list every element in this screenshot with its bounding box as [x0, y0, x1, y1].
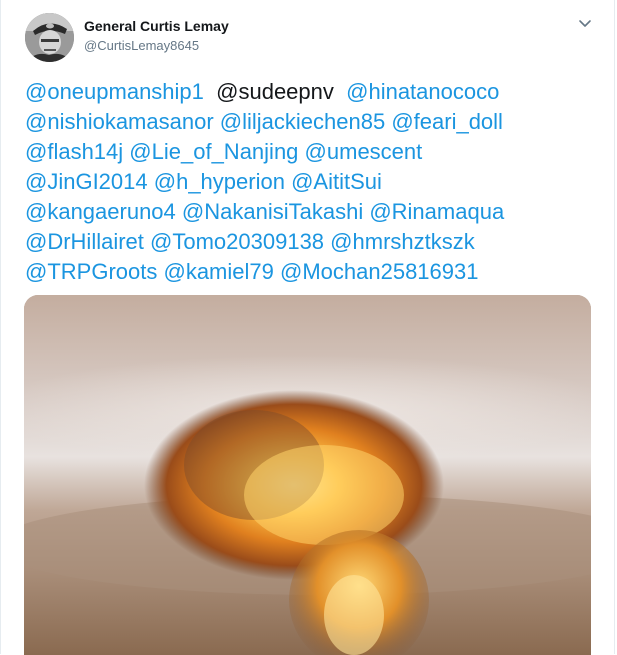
mention-link[interactable]: @JinGI2014	[25, 169, 148, 194]
tweet-text-line: @DrHillairet @Tomo20309138 @hmrshztkszk	[25, 227, 595, 257]
mention-link[interactable]: @DrHillairet	[25, 229, 144, 254]
mention-link[interactable]: @feari_doll	[391, 109, 503, 134]
tweet-text-line: @JinGI2014 @h_hyperion @AititSui	[25, 167, 595, 197]
tweet-text-line: @nishiokamasanor @liljackiechen85 @feari…	[25, 107, 595, 137]
tweet-header: General Curtis Lemay @CurtisLemay8645	[25, 13, 600, 63]
mention-link[interactable]: @h_hyperion	[154, 169, 285, 194]
tweet-card[interactable]: General Curtis Lemay @CurtisLemay8645 @o…	[0, 0, 615, 655]
chevron-down-icon[interactable]	[576, 15, 594, 33]
mention-link[interactable]: @liljackiechen85	[220, 109, 385, 134]
mention-link[interactable]: @AititSui	[291, 169, 382, 194]
mention-link[interactable]: @hmrshztkszk	[330, 229, 475, 254]
mention-link[interactable]: @nishiokamasanor	[25, 109, 214, 134]
mention-link[interactable]: @Mochan25816931	[280, 259, 478, 284]
tweet-text-line: @kangaeruno4 @NakanisiTakashi @Rinamaqua	[25, 197, 595, 227]
tweet-text-line: @oneupmanship1 @sudeepnv @hinatanococo	[25, 77, 595, 107]
tweet-media-image[interactable]	[24, 295, 591, 655]
mention-link[interactable]: @oneupmanship1	[25, 79, 204, 104]
mention-link[interactable]: @hinatanococo	[346, 79, 499, 104]
avatar[interactable]	[25, 13, 74, 62]
tweet-text: @oneupmanship1 @sudeepnv @hinatanococo @n…	[25, 77, 595, 287]
mention-link[interactable]: @Rinamaqua	[369, 199, 504, 224]
mention-link[interactable]: @flash14j	[25, 139, 123, 164]
mention-link[interactable]: @NakanisiTakashi	[182, 199, 363, 224]
mention-link: @sudeepnv	[216, 79, 334, 104]
avatar-portrait-icon	[25, 13, 74, 62]
mushroom-cloud-explosion-image	[24, 295, 591, 655]
mention-link[interactable]: @umescent	[305, 139, 423, 164]
mention-link[interactable]: @TRPGroots	[25, 259, 157, 284]
mention-link[interactable]: @Tomo20309138	[150, 229, 324, 254]
mention-link[interactable]: @kangaeruno4	[25, 199, 176, 224]
author-handle[interactable]: @CurtisLemay8645	[84, 37, 229, 55]
mention-link[interactable]: @kamiel79	[163, 259, 273, 284]
tweet-text-line: @flash14j @Lie_of_Nanjing @umescent	[25, 137, 595, 167]
author-display-name[interactable]: General Curtis Lemay	[84, 17, 229, 35]
mention-link[interactable]: @Lie_of_Nanjing	[129, 139, 298, 164]
author-names: General Curtis Lemay @CurtisLemay8645	[84, 17, 229, 55]
tweet-text-line: @TRPGroots @kamiel79 @Mochan25816931	[25, 257, 595, 287]
